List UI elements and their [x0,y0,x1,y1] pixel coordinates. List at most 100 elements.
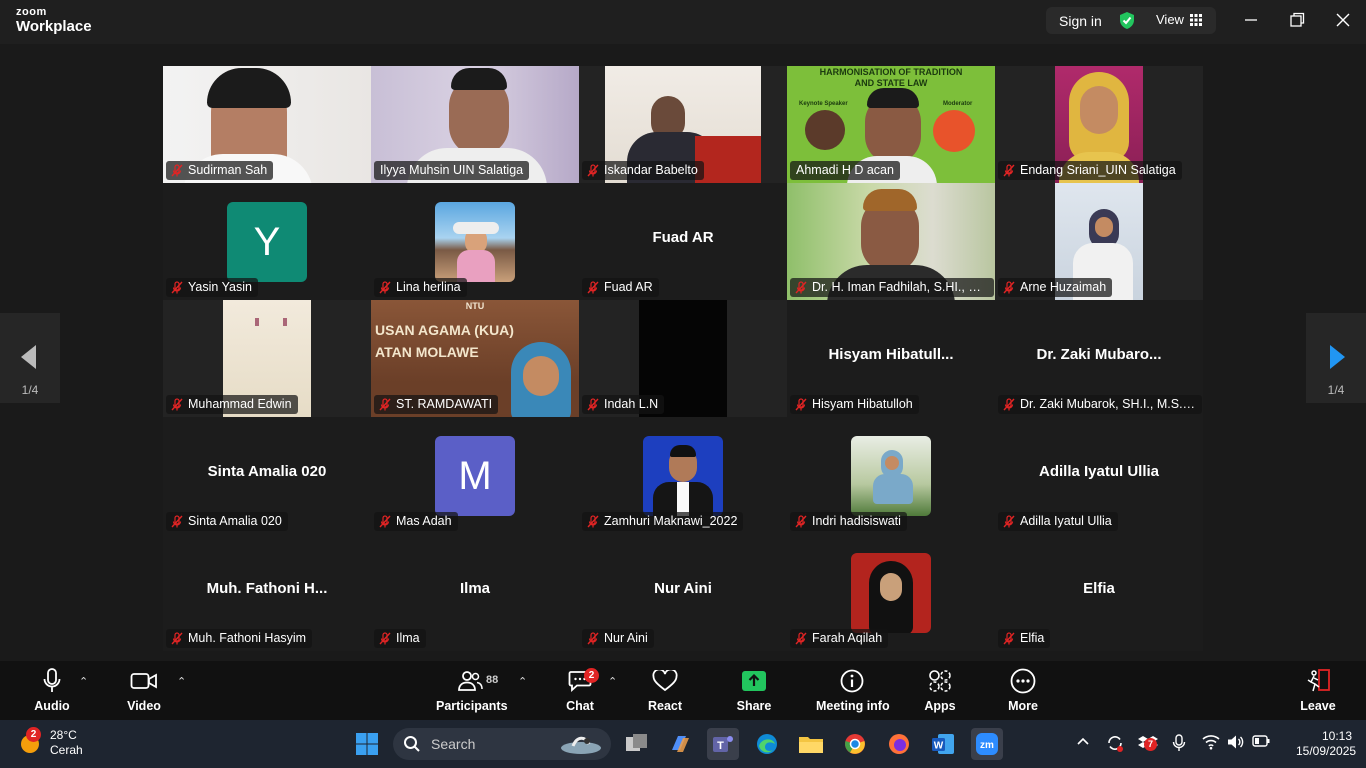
view-button[interactable]: View [1156,12,1202,27]
participant-name: Ilyya Muhsin UIN Salatiga [374,161,530,180]
battery-icon[interactable] [1252,734,1270,753]
banner-line1: HARMONISATION OF TRADITION [819,67,963,77]
participant-tile[interactable]: Ilma Ilma [371,534,579,651]
share-label: Share [736,699,772,713]
participant-tile-active-speaker[interactable]: HARMONISATION OF TRADITION AND STATE LAW… [787,66,995,183]
avatar-photo [435,202,515,282]
copilot-icon[interactable] [664,728,696,760]
participant-tile[interactable]: Muh. Fathoni H... Muh. Fathoni Hasyim [163,534,371,651]
audio-button[interactable]: Audio [30,667,74,713]
participant-tile[interactable]: Dr. H. Iman Fadhilah, S.HI., M.SI [787,183,995,300]
participant-tile[interactable]: Adilla Iyatul Ullia Adilla Iyatul Ullia [995,417,1203,534]
zoom-app-icon[interactable]: zm [971,728,1003,760]
participants-options-chevron-up-icon[interactable]: ⌃ [518,675,527,688]
share-screen-icon [734,667,774,695]
participants-count: 88 [486,674,499,686]
meeting-info-button[interactable]: Meeting info [816,667,890,713]
leave-button[interactable]: Leave [1298,667,1338,713]
participant-tile[interactable]: Y Yasin Yasin [163,183,371,300]
view-label: View [1156,12,1184,27]
chat-unread-badge: 2 [584,668,599,683]
sign-in-button[interactable]: Sign in [1059,13,1102,29]
participant-name: Yasin Yasin [166,278,258,297]
muted-mic-icon [587,164,599,180]
firefox-browser-icon[interactable] [883,728,915,760]
participant-tile[interactable]: Fuad AR Fuad AR [579,183,787,300]
participant-tile[interactable]: Sudirman Sah [163,66,371,183]
muted-mic-icon [1003,632,1015,648]
participant-tile[interactable]: M Mas Adah [371,417,579,534]
brand-top: zoom [16,6,47,18]
participant-tile[interactable]: Iskandar Babelto [579,66,787,183]
participant-tile[interactable]: Muhammad Edwin [163,300,371,417]
participant-tile[interactable]: Arne Huzaimah [995,183,1203,300]
banner-left: Keynote Speaker [799,101,848,107]
participant-tile[interactable]: Hisyam Hibatull... Hisyam Hibatulloh [787,300,995,417]
windows-start-icon[interactable] [351,728,383,760]
participant-tile[interactable]: NTU USAN AGAMA (KUA) ATAN MOLAWE ST. RAM… [371,300,579,417]
muted-mic-icon [171,281,183,297]
participant-tile[interactable]: Sinta Amalia 020 Sinta Amalia 020 [163,417,371,534]
shield-check-icon[interactable] [1118,11,1136,35]
page-indicator-right: 1/4 [1327,383,1345,397]
taskbar-search[interactable]: Search [393,728,611,760]
muted-mic-icon [1003,398,1015,414]
participant-tile[interactable]: Elfia Elfia [995,534,1203,651]
participant-tile[interactable]: Indri hadisiswati [787,417,995,534]
video-button[interactable]: Video [122,667,166,713]
apps-button[interactable]: Apps [920,667,960,713]
sign-top: NTU [465,301,485,311]
wifi-icon[interactable] [1202,734,1220,755]
minimize-icon[interactable] [1241,10,1261,30]
video-options-chevron-up-icon[interactable]: ⌃ [177,675,186,688]
title-bar: zoom Workplace Sign in View [0,0,1366,44]
meeting-toolbar: Audio ⌃ Video ⌃ Participants 88 ⌃ Chat 2… [0,661,1366,720]
task-view-icon[interactable] [621,728,653,760]
file-explorer-icon[interactable] [795,728,827,760]
search-icon [404,736,420,752]
svg-text:W: W [934,741,944,752]
weather-widget[interactable]: 2 28°C Cerah [18,727,83,758]
participant-name: Arne Huzaimah [998,278,1113,297]
chrome-browser-icon[interactable] [839,728,871,760]
chat-options-chevron-up-icon[interactable]: ⌃ [608,675,617,688]
system-clock[interactable]: 10:13 15/09/2025 [1296,729,1356,759]
search-highlight-icon [561,736,601,754]
next-page-button[interactable]: 1/4 [1306,313,1366,403]
previous-page-button[interactable]: 1/4 [0,313,60,403]
dropbox-icon[interactable]: 7 [1138,734,1158,757]
word-icon[interactable]: W [927,728,959,760]
participant-name: Iskandar Babelto [582,161,704,180]
svg-text:T: T [717,740,724,752]
close-icon[interactable] [1333,10,1353,30]
react-button[interactable]: React [644,667,686,713]
more-button[interactable]: More [1002,667,1044,713]
muted-mic-icon [171,515,183,531]
microphone-tray-icon[interactable] [1172,734,1186,757]
participant-tile[interactable]: Lina herlina [371,183,579,300]
edge-browser-icon[interactable] [751,728,783,760]
zoom-logo: zoom Workplace [16,6,92,35]
muted-mic-icon [587,281,599,297]
participant-tile[interactable]: Endang Sriani_UIN Salatiga [995,66,1203,183]
participant-tile[interactable]: Indah L.N [579,300,787,417]
microsoft-teams-icon[interactable]: T [707,728,739,760]
participant-tile[interactable]: Zamhuri Maknawi_2022 [579,417,787,534]
audio-options-chevron-up-icon[interactable]: ⌃ [79,675,88,688]
participant-name: Adilla Iyatul Ullia [998,512,1118,531]
windows-taskbar: 2 28°C Cerah Search T W zm 7 10:13 15/09… [0,720,1366,768]
chat-label: Chat [566,699,594,713]
muted-mic-icon [1003,164,1015,180]
participant-tile[interactable]: Farah Aqilah [787,534,995,651]
volume-icon[interactable] [1227,734,1245,755]
participant-tile[interactable]: Nur Aini Nur Aini [579,534,787,651]
participant-name: ST. RAMDAWATI [374,395,499,414]
share-screen-button[interactable]: Share [734,667,774,713]
muted-mic-icon [587,398,599,414]
participant-tile[interactable]: Dr. Zaki Mubaro... Dr. Zaki Mubarok, SH.… [995,300,1203,417]
show-hidden-icons-chevron-up-icon[interactable] [1076,734,1090,753]
sync-icon[interactable] [1106,734,1124,757]
participant-tile[interactable]: Ilyya Muhsin UIN Salatiga [371,66,579,183]
participant-name: Lina herlina [374,278,467,297]
restore-icon[interactable] [1287,10,1307,30]
